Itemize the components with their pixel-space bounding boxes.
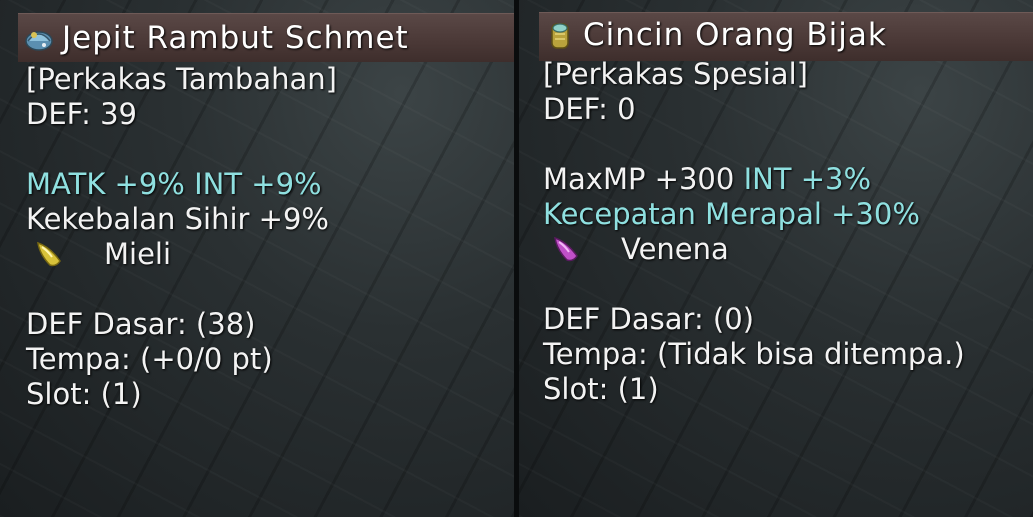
slot-count: Slot: (1) <box>26 377 142 411</box>
bonus-int: INT +3% <box>743 162 872 196</box>
refine-status: Tempa: (+0/0 pt) <box>26 342 273 376</box>
base-def: DEF Dasar: (0) <box>543 302 755 336</box>
item-stats: [Perkakas Tambahan] DEF: 39 MATK +9% INT… <box>26 62 337 412</box>
item-tooltip-right: Cincin Orang Bijak [Perkakas Spesial] DE… <box>519 0 1033 517</box>
title-row: Cincin Orang Bijak <box>543 12 887 58</box>
ring-icon <box>551 23 569 49</box>
slot-count: Slot: (1) <box>543 372 659 406</box>
gem-slot-row: Mieli <box>26 237 337 272</box>
bonus-matk: MATK +9% <box>26 167 185 201</box>
gem-name: Mieli <box>104 237 172 271</box>
item-title: Cincin Orang Bijak <box>583 17 887 53</box>
refine-status: Tempa: (Tidak bisa ditempa.) <box>543 337 965 371</box>
hair-clip-icon <box>25 31 53 51</box>
item-category: [Perkakas Tambahan] <box>26 62 337 96</box>
bonus-int: INT +9% <box>194 167 322 201</box>
item-category: [Perkakas Spesial] <box>543 57 808 91</box>
bonus-maxmp: MaxMP +300 <box>543 162 735 196</box>
item-def: DEF: 0 <box>543 92 636 126</box>
item-tooltip-left: Jepit Rambut Schmet [Perkakas Tambahan] … <box>0 0 514 517</box>
item-def: DEF: 39 <box>26 97 137 131</box>
gem-name: Venena <box>621 232 729 266</box>
title-row: Jepit Rambut Schmet <box>22 15 409 61</box>
bonus-line-2: Kekebalan Sihir +9% <box>26 202 329 236</box>
base-def: DEF Dasar: (38) <box>26 307 256 341</box>
gem-icon <box>554 236 578 262</box>
tooltip-compare-view: Jepit Rambut Schmet [Perkakas Tambahan] … <box>0 0 1033 517</box>
item-stats: [Perkakas Spesial] DEF: 0 MaxMP +300 INT… <box>543 57 965 407</box>
bonus-line-2: Kecepatan Merapal +30% <box>543 197 920 231</box>
bonus-line-1: MATK +9% INT +9% <box>26 167 337 202</box>
gem-slot-row: Venena <box>543 232 965 267</box>
item-title: Jepit Rambut Schmet <box>62 20 409 56</box>
bonus-line-1: MaxMP +300 INT +3% <box>543 162 965 197</box>
gem-icon <box>37 241 61 267</box>
